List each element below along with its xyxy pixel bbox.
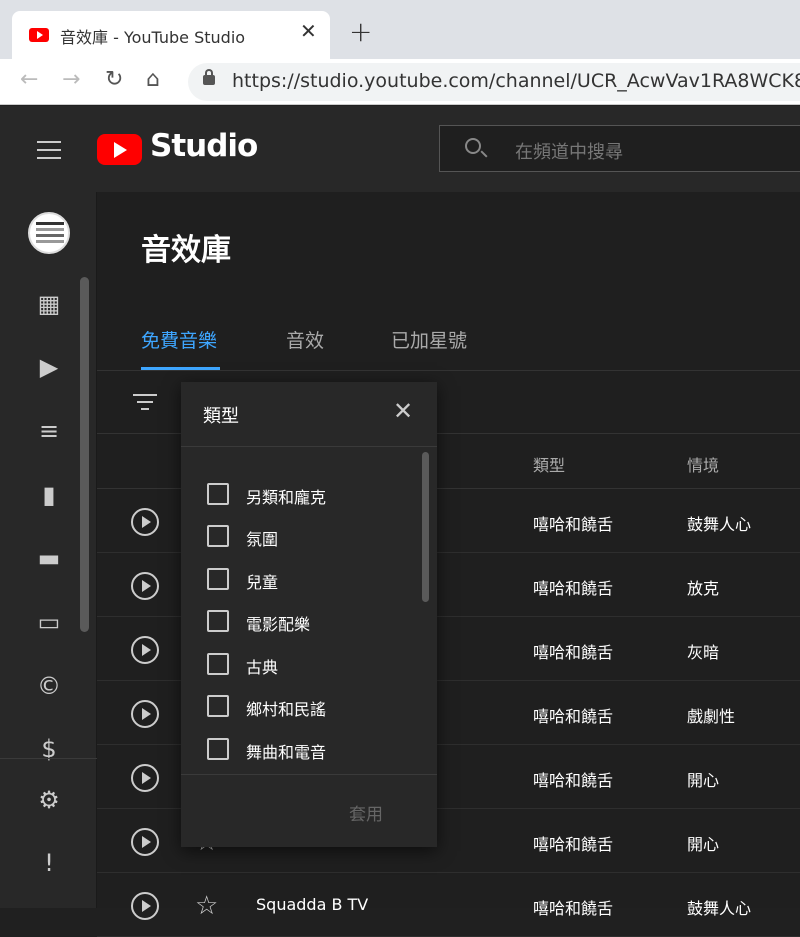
genre-option[interactable]: 兒童	[207, 567, 417, 593]
search-input[interactable]: 在頻道中搜尋	[439, 125, 800, 172]
track-mood: 開心	[687, 771, 720, 790]
dropdown-title: 類型	[203, 406, 239, 427]
table-row[interactable]: ☆ Squadda B TV 嘻哈和饒舌 鼓舞人心	[97, 873, 800, 937]
browser-toolbar: ← → ↻ ⌂ https://studio.youtube.com/chann…	[0, 59, 800, 105]
dashboard-icon[interactable]: ▦	[36, 291, 62, 317]
url-text: https://studio.youtube.com/channel/UCR_A…	[232, 70, 800, 92]
genre-option[interactable]: 鄉村和民謠	[207, 694, 417, 720]
genre-option[interactable]: 舞曲和電音	[207, 737, 417, 763]
option-label: 氛圍	[246, 530, 279, 549]
lock-icon	[203, 69, 215, 85]
page-title: 音效庫	[141, 233, 231, 268]
play-icon[interactable]	[131, 508, 159, 536]
content-icon[interactable]: ▶	[36, 354, 62, 380]
close-icon[interactable]: ✕	[393, 399, 413, 423]
checkbox[interactable]	[207, 695, 229, 717]
studio-header: Studio 在頻道中搜尋	[0, 106, 800, 192]
tab-title: 音效庫 - YouTube Studio	[60, 28, 246, 47]
browser-tab[interactable]: 音效庫 - YouTube Studio ✕	[12, 11, 330, 59]
checkbox[interactable]	[207, 525, 229, 547]
home-icon[interactable]: ⌂	[146, 69, 160, 91]
forward-icon[interactable]: →	[62, 69, 80, 91]
option-label: 古典	[246, 658, 279, 677]
search-icon	[465, 138, 481, 154]
youtube-logo-icon[interactable]	[97, 134, 142, 165]
sidebar-scrollbar[interactable]	[80, 277, 89, 632]
avatar[interactable]	[28, 212, 70, 254]
play-icon[interactable]	[131, 636, 159, 664]
checkbox[interactable]	[207, 483, 229, 505]
genre-option[interactable]: 古典	[207, 652, 417, 678]
copyright-icon[interactable]: ©	[36, 673, 62, 699]
track-mood: 灰暗	[687, 643, 720, 662]
track-mood: 鼓舞人心	[687, 515, 752, 534]
divider	[97, 370, 800, 371]
star-icon[interactable]: ☆	[195, 893, 218, 919]
dropdown-scrollbar[interactable]	[422, 452, 429, 602]
track-genre: 嘻哈和饒舌	[533, 643, 614, 662]
new-tab-button[interactable]: +	[349, 18, 372, 46]
play-icon[interactable]	[131, 828, 159, 856]
comments-icon[interactable]: ▬	[36, 545, 62, 571]
column-header-genre[interactable]: 類型	[533, 452, 565, 476]
divider	[181, 446, 437, 447]
track-genre: 嘻哈和饒舌	[533, 899, 614, 918]
option-label: 電影配樂	[246, 615, 311, 634]
track-title: Squadda B TV	[256, 895, 369, 914]
checkbox[interactable]	[207, 738, 229, 760]
track-mood: 開心	[687, 835, 720, 854]
track-genre: 嘻哈和饒舌	[533, 579, 614, 598]
option-label: 鄉村和民謠	[246, 700, 327, 719]
sidebar-divider	[0, 758, 97, 759]
track-mood: 鼓舞人心	[687, 899, 752, 918]
checkbox[interactable]	[207, 568, 229, 590]
studio-logo-text[interactable]: Studio	[150, 128, 258, 164]
genre-option[interactable]: 氛圍	[207, 524, 417, 550]
analytics-icon[interactable]: ▮	[36, 482, 62, 508]
playlists-icon[interactable]: ≡	[36, 418, 62, 444]
filter-icon[interactable]	[133, 394, 157, 412]
play-icon[interactable]	[131, 700, 159, 728]
tab-close-icon[interactable]: ✕	[300, 21, 317, 41]
play-icon[interactable]	[131, 892, 159, 920]
genre-option[interactable]: 另類和龐克	[207, 482, 417, 508]
tab-sound-effects[interactable]: 音效	[286, 326, 324, 353]
apply-button[interactable]: 套用	[349, 800, 383, 825]
feedback-icon[interactable]: !	[36, 850, 62, 876]
track-mood: 戲劇性	[687, 707, 736, 726]
track-genre: 嘻哈和饒舌	[533, 771, 614, 790]
sidebar: ▦ ▶ ≡ ▮ ▬ ▭ © $ ⚙ !	[0, 192, 97, 908]
youtube-favicon-icon	[29, 28, 49, 42]
back-icon[interactable]: ←	[20, 69, 38, 91]
track-mood: 放克	[687, 579, 720, 598]
play-icon[interactable]	[131, 572, 159, 600]
subtitles-icon[interactable]: ▭	[36, 609, 62, 635]
divider	[181, 774, 437, 775]
reload-icon[interactable]: ↻	[105, 69, 123, 91]
tab-starred[interactable]: 已加星號	[391, 326, 467, 353]
search-placeholder: 在頻道中搜尋	[515, 142, 623, 163]
genre-filter-dropdown: 類型 ✕ 另類和龐克 氛圍 兒童 電影配樂 古典 鄉村和民謠 舞曲和電音 套用	[181, 382, 437, 847]
settings-icon[interactable]: ⚙	[36, 787, 62, 813]
browser-tabstrip: 音效庫 - YouTube Studio ✕ +	[0, 0, 800, 59]
menu-icon[interactable]	[37, 141, 61, 159]
address-bar[interactable]: https://studio.youtube.com/channel/UCR_A…	[188, 63, 800, 101]
option-label: 舞曲和電音	[246, 743, 327, 762]
genre-option[interactable]: 電影配樂	[207, 609, 417, 635]
track-genre: 嘻哈和饒舌	[533, 515, 614, 534]
checkbox[interactable]	[207, 653, 229, 675]
track-genre: 嘻哈和饒舌	[533, 707, 614, 726]
column-header-mood[interactable]: 情境	[687, 452, 719, 476]
option-label: 兒童	[246, 573, 279, 592]
tab-free-music[interactable]: 免費音樂	[141, 326, 217, 353]
play-icon[interactable]	[131, 764, 159, 792]
checkbox[interactable]	[207, 610, 229, 632]
option-label: 另類和龐克	[246, 488, 327, 507]
track-genre: 嘻哈和饒舌	[533, 835, 614, 854]
